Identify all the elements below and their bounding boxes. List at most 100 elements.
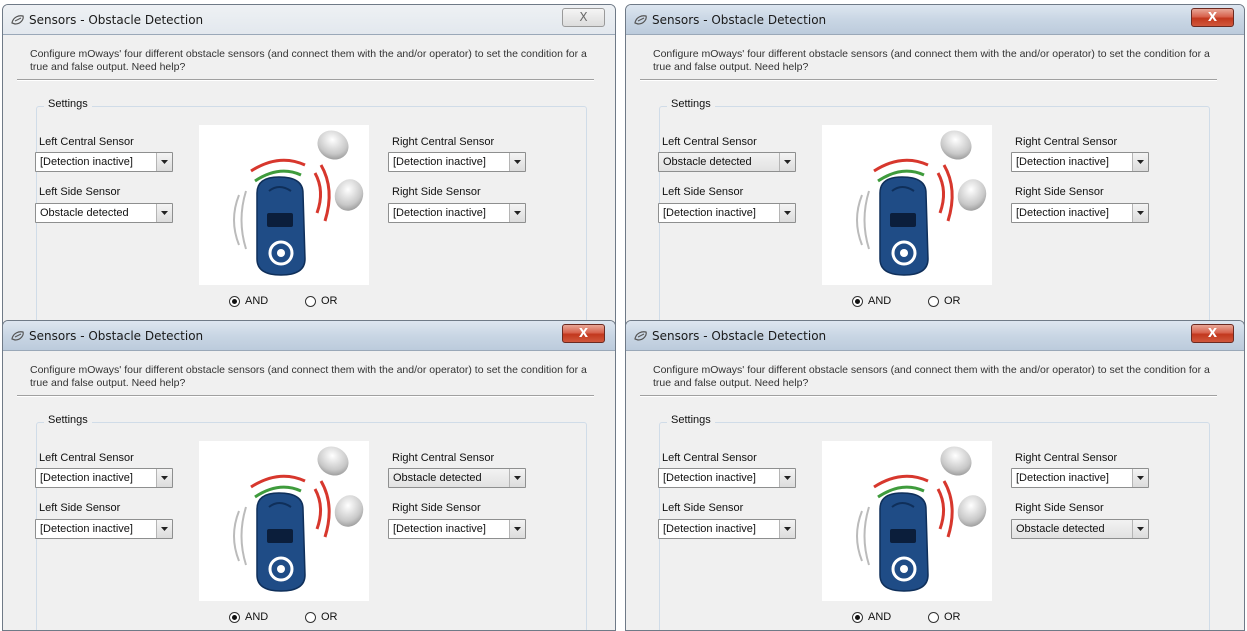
right-central-value: [Detection inactive] (1016, 472, 1109, 484)
right-side-dropdown[interactable]: [Detection inactive] (1011, 203, 1149, 223)
or-radio[interactable] (305, 612, 316, 623)
or-radio[interactable] (305, 296, 316, 307)
mouse-icon (634, 331, 647, 341)
divider (17, 79, 594, 81)
left-central-label: Left Central Sensor (662, 452, 757, 464)
mouse-icon (634, 15, 647, 25)
left-side-dropdown[interactable]: [Detection inactive] (658, 519, 796, 539)
right-side-dropdown[interactable]: [Detection inactive] (388, 203, 526, 223)
or-label: OR (321, 295, 338, 307)
right-side-dropdown[interactable]: [Detection inactive] (388, 519, 526, 539)
chevron-down-icon[interactable] (779, 520, 795, 538)
close-button[interactable]: X (1191, 324, 1234, 343)
left-side-value: [Detection inactive] (40, 523, 133, 535)
right-central-dropdown[interactable]: [Detection inactive] (1011, 152, 1149, 172)
close-button[interactable]: X (562, 8, 605, 27)
left-side-value: [Detection inactive] (663, 207, 756, 219)
chevron-down-icon[interactable] (779, 469, 795, 487)
and-label: AND (245, 611, 269, 623)
divider (640, 395, 1217, 397)
title-bar[interactable]: Sensors - Obstacle Detection X (626, 321, 1244, 351)
right-side-value: [Detection inactive] (393, 207, 486, 219)
or-radio[interactable] (928, 296, 939, 307)
chevron-down-icon[interactable] (1132, 520, 1148, 538)
and-radio[interactable] (852, 296, 863, 307)
settings-heading: Settings (44, 414, 92, 426)
right-side-label: Right Side Sensor (392, 502, 481, 514)
right-central-value: [Detection inactive] (393, 156, 486, 168)
chevron-down-icon[interactable] (156, 204, 172, 222)
left-central-dropdown[interactable]: [Detection inactive] (35, 152, 173, 172)
right-central-label: Right Central Sensor (392, 452, 495, 464)
description-text: Configure mOways' four different obstacl… (30, 364, 590, 390)
description-text: Configure mOways' four different obstacl… (653, 364, 1213, 390)
moway-robot-illustration (199, 125, 369, 285)
divider (640, 79, 1217, 81)
title-bar[interactable]: Sensors - Obstacle Detection X (3, 5, 615, 35)
left-side-dropdown[interactable]: [Detection inactive] (658, 203, 796, 223)
chevron-down-icon[interactable] (156, 153, 172, 171)
dialog-window-2: Sensors - Obstacle Detection X Configure… (625, 4, 1245, 326)
mouse-icon (11, 15, 24, 25)
and-label: AND (868, 611, 892, 623)
left-central-dropdown[interactable]: [Detection inactive] (35, 468, 173, 488)
chevron-down-icon[interactable] (156, 520, 172, 538)
left-central-label: Left Central Sensor (39, 136, 134, 148)
left-central-dropdown[interactable]: [Detection inactive] (658, 468, 796, 488)
moway-robot-illustration (822, 125, 992, 285)
window-title: Sensors - Obstacle Detection (652, 13, 827, 27)
right-side-value: Obstacle detected (1016, 523, 1105, 535)
right-central-dropdown[interactable]: [Detection inactive] (1011, 468, 1149, 488)
or-label: OR (944, 295, 961, 307)
left-central-value: Obstacle detected (663, 156, 752, 168)
dialog-window-4: Sensors - Obstacle Detection X Configure… (625, 320, 1245, 631)
chevron-down-icon[interactable] (509, 469, 525, 487)
dialog-window-1: Sensors - Obstacle Detection X Configure… (2, 4, 616, 326)
left-central-value: [Detection inactive] (40, 472, 133, 484)
right-central-value: Obstacle detected (393, 472, 482, 484)
left-side-dropdown[interactable]: [Detection inactive] (35, 519, 173, 539)
chevron-down-icon[interactable] (779, 204, 795, 222)
chevron-down-icon[interactable] (779, 153, 795, 171)
chevron-down-icon[interactable] (509, 153, 525, 171)
right-central-label: Right Central Sensor (392, 136, 495, 148)
window-title: Sensors - Obstacle Detection (652, 329, 827, 343)
and-label: AND (868, 295, 892, 307)
and-radio[interactable] (229, 296, 240, 307)
right-side-label: Right Side Sensor (392, 186, 481, 198)
left-central-dropdown[interactable]: Obstacle detected (658, 152, 796, 172)
or-radio[interactable] (928, 612, 939, 623)
left-central-label: Left Central Sensor (662, 136, 757, 148)
chevron-down-icon[interactable] (1132, 204, 1148, 222)
dialog-window-3: Sensors - Obstacle Detection X Configure… (2, 320, 616, 631)
and-label: AND (245, 295, 269, 307)
left-central-label: Left Central Sensor (39, 452, 134, 464)
description-text: Configure mOways' four different obstacl… (653, 48, 1213, 74)
and-radio[interactable] (229, 612, 240, 623)
description-body: Configure mOways' four different obstacl… (653, 48, 1210, 73)
chevron-down-icon[interactable] (156, 469, 172, 487)
left-side-label: Left Side Sensor (662, 186, 744, 198)
right-side-label: Right Side Sensor (1015, 502, 1104, 514)
description-body: Configure mOways' four different obstacl… (30, 48, 587, 73)
chevron-down-icon[interactable] (509, 520, 525, 538)
right-side-value: [Detection inactive] (393, 523, 486, 535)
left-side-dropdown[interactable]: Obstacle detected (35, 203, 173, 223)
close-button[interactable]: X (562, 324, 605, 343)
and-radio[interactable] (852, 612, 863, 623)
title-bar[interactable]: Sensors - Obstacle Detection X (3, 321, 615, 351)
chevron-down-icon[interactable] (1132, 469, 1148, 487)
window-title: Sensors - Obstacle Detection (29, 329, 204, 343)
right-side-value: [Detection inactive] (1016, 207, 1109, 219)
title-bar[interactable]: Sensors - Obstacle Detection X (626, 5, 1244, 35)
right-central-label: Right Central Sensor (1015, 452, 1118, 464)
chevron-down-icon[interactable] (509, 204, 525, 222)
moway-robot-illustration (199, 441, 369, 601)
window-title: Sensors - Obstacle Detection (29, 13, 204, 27)
right-side-dropdown[interactable]: Obstacle detected (1011, 519, 1149, 539)
right-central-dropdown[interactable]: Obstacle detected (388, 468, 526, 488)
right-central-dropdown[interactable]: [Detection inactive] (388, 152, 526, 172)
left-side-label: Left Side Sensor (662, 502, 744, 514)
close-button[interactable]: X (1191, 8, 1234, 27)
chevron-down-icon[interactable] (1132, 153, 1148, 171)
